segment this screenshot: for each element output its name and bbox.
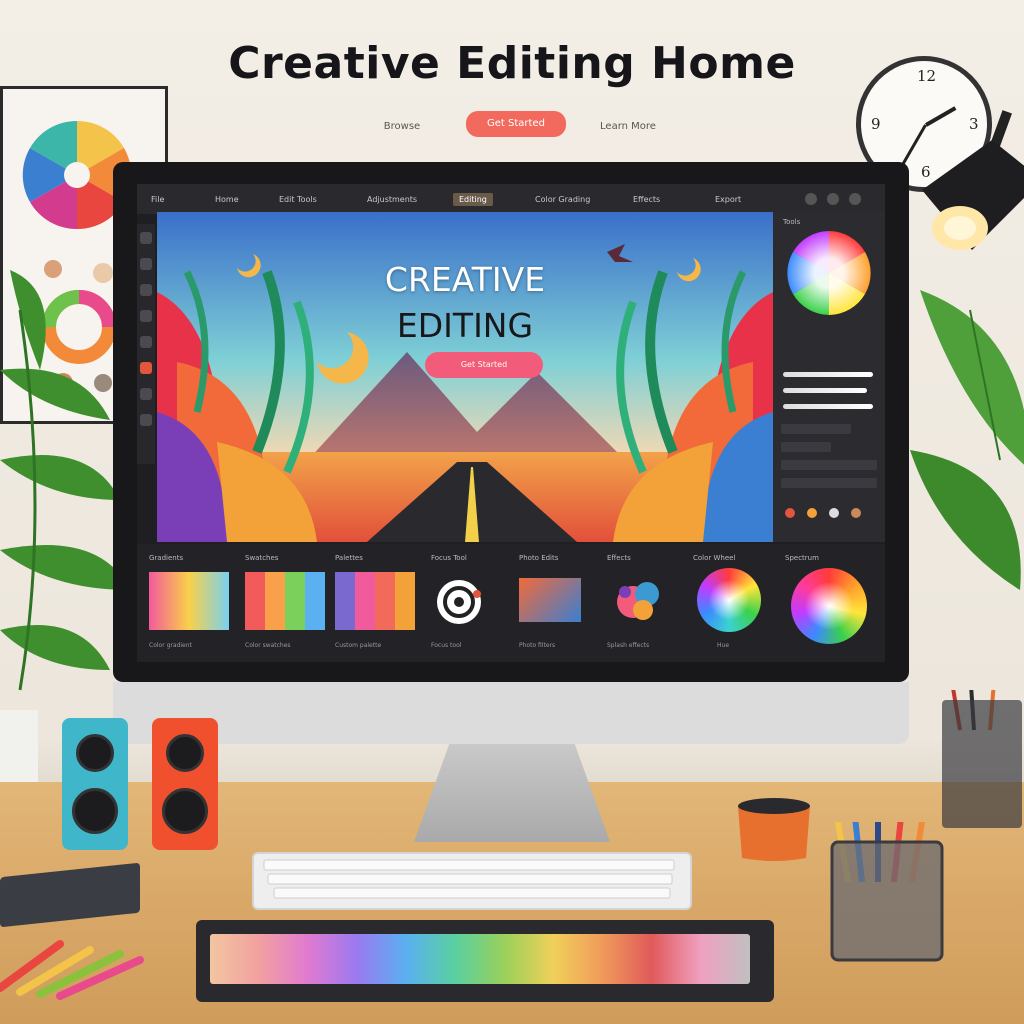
preset-gradients[interactable]: Gradients Color gradient <box>149 544 241 662</box>
layers-tool-icon[interactable] <box>140 310 152 322</box>
pencil-icon <box>942 690 1022 828</box>
panel-option-row[interactable] <box>781 442 831 452</box>
text-tool-icon[interactable] <box>140 336 152 348</box>
preset-caption: Photo filters <box>519 642 556 649</box>
panel-option-row[interactable] <box>781 478 877 488</box>
canvas-get-started-button[interactable]: Get Started <box>425 352 543 378</box>
color-wheel-icon <box>791 568 867 644</box>
color-wheel-icon[interactable] <box>784 228 874 318</box>
preset-label: Color Wheel <box>693 554 736 562</box>
maximize-icon[interactable] <box>827 193 839 205</box>
editing-app-screen: File Home Edit Tools Adjustments Editing… <box>137 184 885 662</box>
menu-item-editing[interactable]: Editing <box>453 193 493 206</box>
mug-icon <box>738 798 810 861</box>
color-swatch-orange[interactable] <box>807 508 817 518</box>
slider-brightness[interactable] <box>783 372 873 377</box>
photo-thumbnail <box>519 578 581 622</box>
preset-label: Gradients <box>149 554 184 562</box>
preset-color-wheel[interactable]: Color Wheel Hue <box>693 544 785 662</box>
menu-item-effects[interactable]: Effects <box>633 193 660 206</box>
speaker-icon <box>152 718 218 850</box>
preset-label: Spectrum <box>785 554 819 562</box>
preset-label: Effects <box>607 554 631 562</box>
palette-swatches <box>210 934 750 984</box>
menu-item-file[interactable]: File <box>151 193 164 206</box>
adjustments-panel: Tools <box>773 212 885 542</box>
slider-saturation[interactable] <box>783 404 873 409</box>
slider-contrast[interactable] <box>783 388 867 393</box>
canvas-title-line-2: EDITING <box>396 306 534 345</box>
minimize-icon[interactable] <box>805 193 817 205</box>
close-icon[interactable] <box>849 193 861 205</box>
preset-spectrum[interactable]: Spectrum <box>785 544 877 662</box>
menu-item-export[interactable]: Export <box>715 193 741 206</box>
color-tool-icon[interactable] <box>140 362 152 374</box>
gradient-thumbnail <box>149 572 229 630</box>
app-menubar: File Home Edit Tools Adjustments Editing… <box>137 184 885 214</box>
color-swatch-tan[interactable] <box>851 508 861 518</box>
palette-thumbnail <box>335 572 415 630</box>
menu-item-home[interactable]: Home <box>215 193 239 206</box>
panel-label: Tools <box>783 218 801 226</box>
color-palette-pad[interactable] <box>196 920 774 1002</box>
preset-palettes[interactable]: Palettes Custom palette <box>335 544 427 662</box>
preset-label: Palettes <box>335 554 363 562</box>
monitor-stand <box>414 744 610 842</box>
preset-effects[interactable]: Effects Splash effects <box>607 544 699 662</box>
panel-option-row[interactable] <box>781 460 877 470</box>
preset-swatches[interactable]: Swatches Color swatches <box>245 544 337 662</box>
speaker-icon <box>62 718 128 850</box>
clock-number-9: 9 <box>871 115 881 133</box>
clock-number-12: 12 <box>917 67 937 85</box>
marker-icon <box>0 940 144 1000</box>
keyboard-icon[interactable] <box>252 852 692 910</box>
preset-strip: Gradients Color gradient Swatches Color … <box>137 544 885 662</box>
editing-canvas[interactable]: CREATIVE EDITING Get Started <box>157 212 773 542</box>
eraser-tool-icon[interactable] <box>140 388 152 400</box>
pencil-icon <box>830 822 944 962</box>
splash-icon <box>617 582 659 620</box>
menu-item-edit-tools[interactable]: Edit Tools <box>279 193 317 206</box>
color-swatch-red[interactable] <box>785 508 795 518</box>
preset-caption: Color swatches <box>245 642 291 649</box>
target-icon <box>437 580 481 624</box>
preset-caption: Hue <box>717 642 730 649</box>
top-nav-learn-more[interactable]: Learn More <box>590 116 666 138</box>
menu-item-adjustments[interactable]: Adjustments <box>367 193 417 206</box>
tool-sidebar <box>137 224 155 464</box>
brush-tool-icon[interactable] <box>140 232 152 244</box>
canvas-title-line-1: CREATIVE <box>384 260 546 299</box>
preset-caption: Custom palette <box>335 642 382 649</box>
preset-focus-tool[interactable]: Focus Tool Focus tool <box>431 544 523 662</box>
keyboard-keys <box>263 859 675 899</box>
swatch-thumbnail <box>245 572 325 630</box>
preset-photo-edits[interactable]: Photo Edits Photo filters <box>519 544 611 662</box>
zoom-tool-icon[interactable] <box>140 414 152 426</box>
top-nav-browse[interactable]: Browse <box>364 116 440 138</box>
color-swatch-white[interactable] <box>829 508 839 518</box>
top-nav-get-started[interactable]: Get Started <box>466 111 566 137</box>
preset-caption: Splash effects <box>607 642 650 649</box>
color-wheel-icon <box>697 568 761 632</box>
crop-tool-icon[interactable] <box>140 284 152 296</box>
menu-item-color-grading[interactable]: Color Grading <box>535 193 590 206</box>
preset-label: Photo Edits <box>519 554 559 562</box>
lamp-icon <box>922 110 1024 250</box>
preset-label: Swatches <box>245 554 279 562</box>
panel-option-row[interactable] <box>781 424 851 434</box>
select-tool-icon[interactable] <box>140 258 152 270</box>
preset-label: Focus Tool <box>431 554 467 562</box>
monitor-chin <box>113 682 909 744</box>
preset-caption: Focus tool <box>431 642 462 649</box>
preset-caption: Color gradient <box>149 642 192 649</box>
